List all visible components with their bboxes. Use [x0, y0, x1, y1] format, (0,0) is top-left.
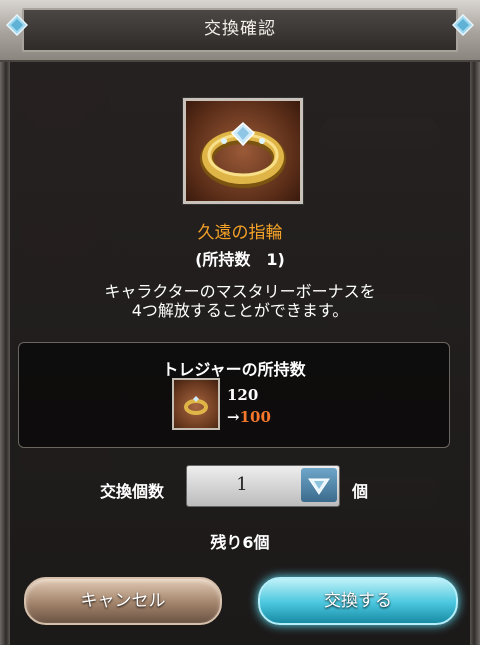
dialog-frame-right: [470, 48, 480, 645]
treasure-after-count: →100: [227, 408, 271, 426]
treasure-current-count: 120: [227, 386, 259, 404]
exchange-quantity-value: 1: [236, 474, 248, 495]
cancel-button[interactable]: キャンセル: [24, 577, 222, 625]
item-image: [183, 98, 303, 204]
treasure-after-value: 100: [239, 408, 271, 426]
item-owned-count: (所持数 1): [195, 250, 285, 269]
dropdown-button[interactable]: [301, 468, 337, 502]
exchange-quantity-label: 交換個数: [100, 482, 165, 501]
treasure-panel: トレジャーの所持数 120 →100: [18, 342, 450, 448]
diamond-ornament-icon: [452, 14, 474, 36]
dialog-titlebar: 交換確認: [0, 0, 480, 62]
diamond-ornament-icon: [6, 14, 28, 36]
chevron-down-icon: [308, 478, 330, 495]
exchange-quantity-select[interactable]: 1: [186, 465, 340, 507]
description-line: キャラクターのマスタリーボーナスを: [104, 282, 376, 301]
item-name: 久遠の指輪: [197, 223, 283, 243]
item-description: キャラクターのマスタリーボーナスを 4つ解放することができます。: [0, 282, 480, 320]
treasure-ring-icon: [172, 378, 220, 430]
remaining-count: 残り6個: [210, 533, 270, 552]
dialog-frame-left: [0, 48, 10, 645]
dialog-title: 交換確認: [204, 19, 276, 39]
exchange-confirm-dialog: 交換確認 久遠の指輪 (所持数 1) キャラクターのマスタリーボーナスを 4つ解…: [0, 0, 480, 645]
confirm-exchange-button[interactable]: 交換する: [258, 577, 458, 625]
gold-ring-icon: [200, 121, 286, 188]
exchange-quantity-unit: 個: [352, 482, 369, 501]
arrow-right-icon: →: [227, 408, 240, 426]
description-line: 4つ解放することができます。: [131, 301, 349, 320]
treasure-panel-title: トレジャーの所持数: [162, 360, 306, 379]
